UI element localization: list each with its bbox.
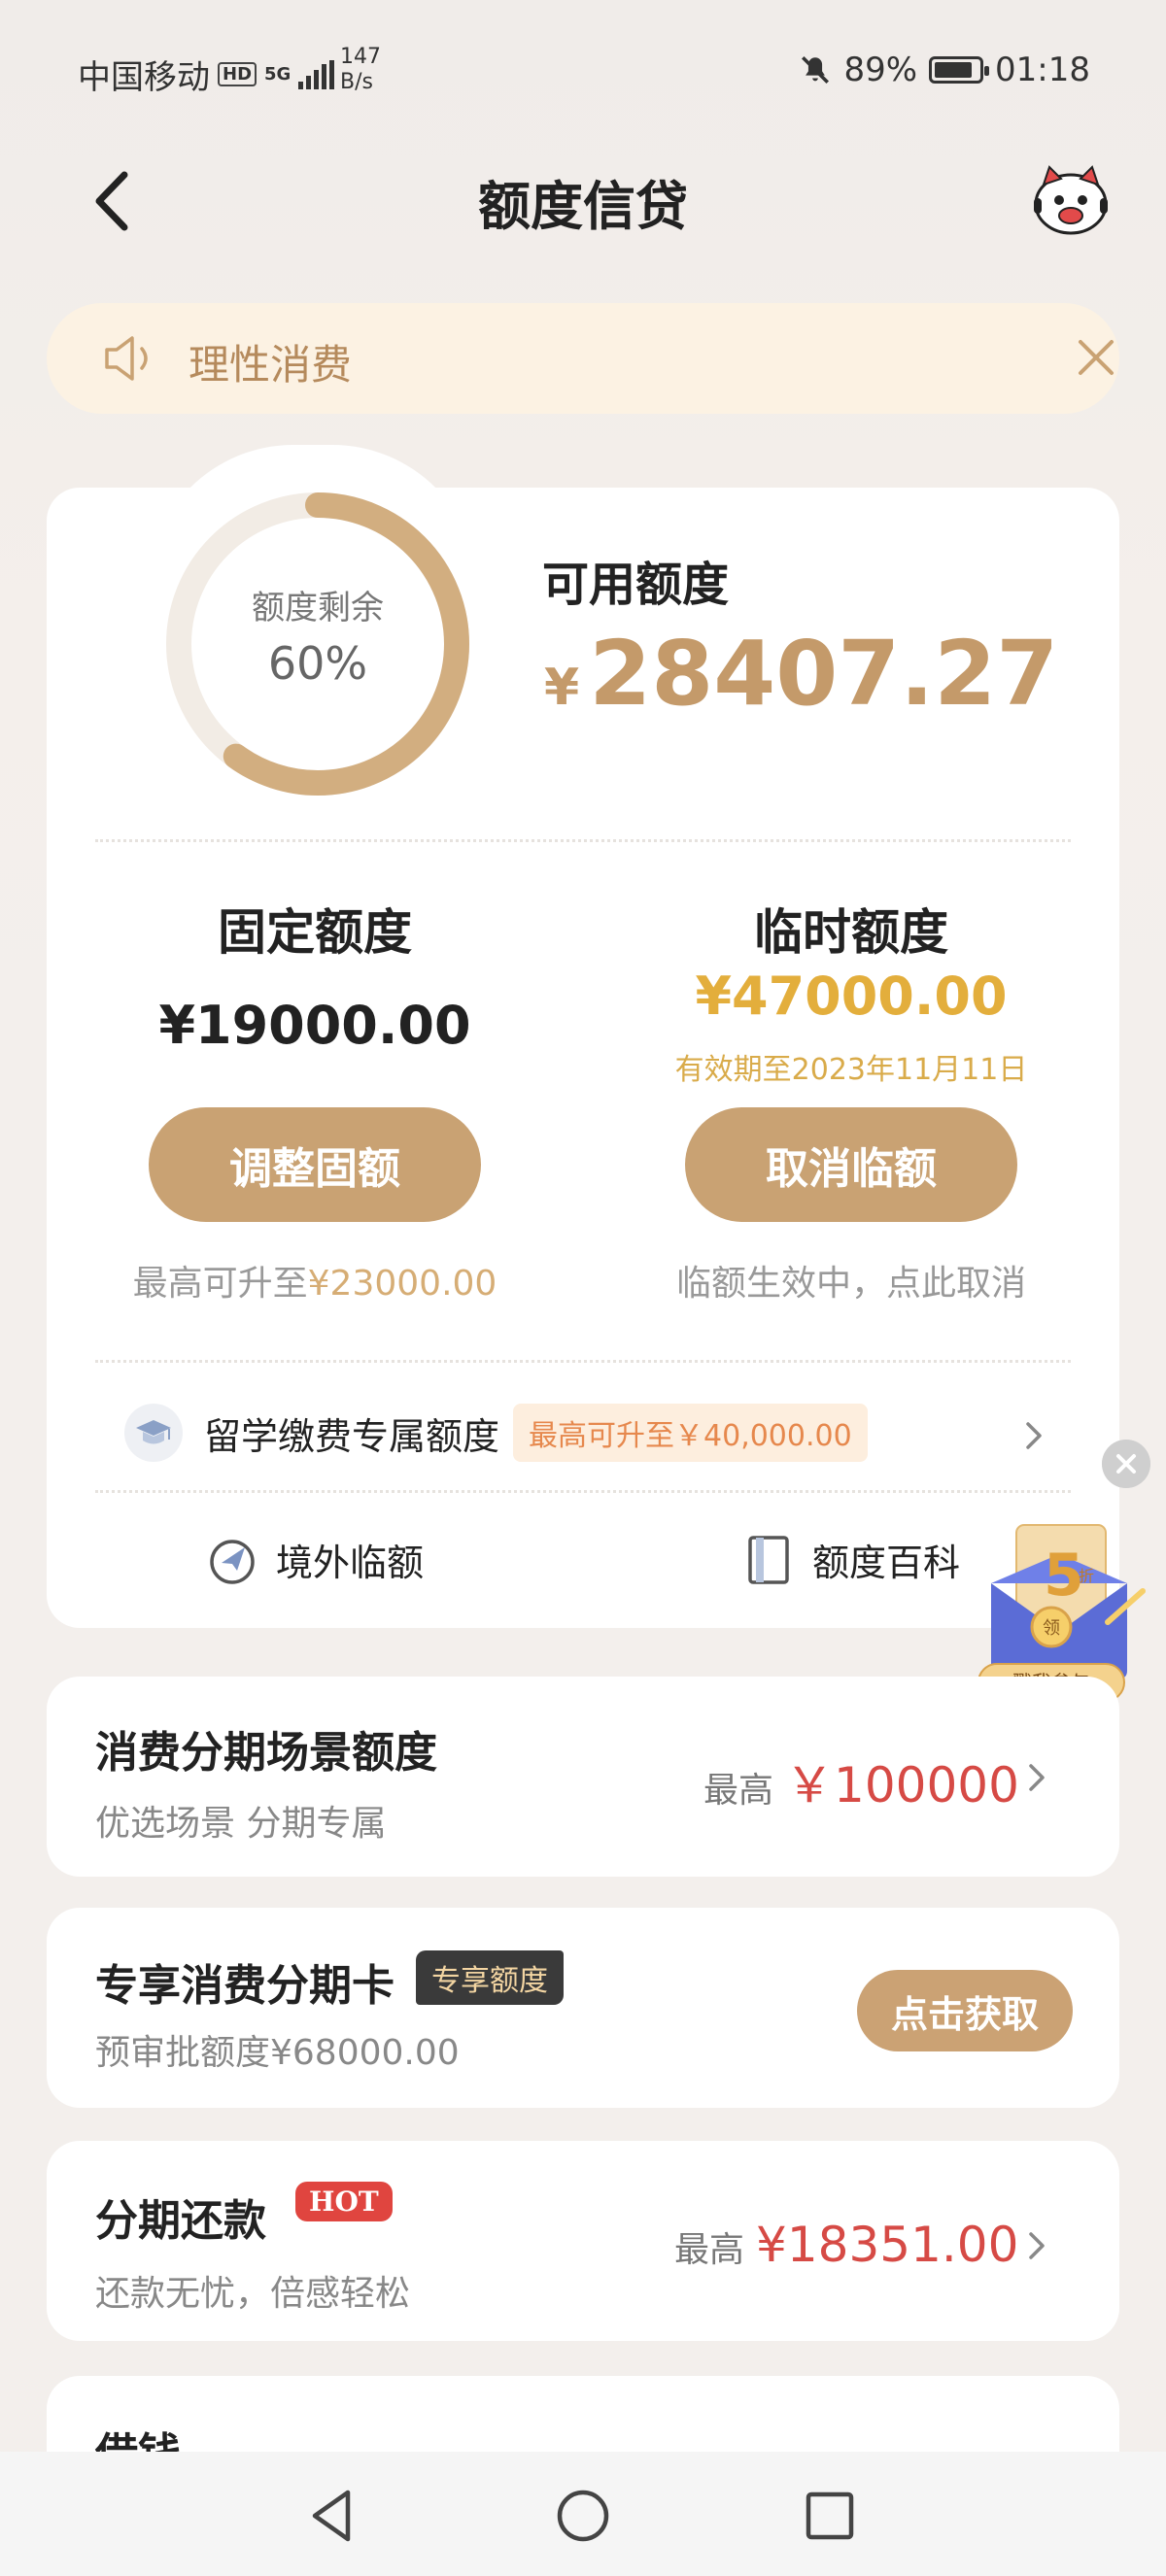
study-abroad-credit-row[interactable]: 留学缴费专属额度 最高可升至￥40,000.00 — [124, 1401, 1057, 1465]
divider — [95, 839, 1071, 842]
speed-value: 147 — [340, 45, 381, 69]
status-bar: 中国移动 HD 5G 147 B/s 89% 01:18 — [0, 0, 1166, 146]
installment-repay-title: 分期还款 — [95, 2196, 266, 2246]
exclusive-card-title: 专享消费分期卡 — [95, 1961, 394, 2011]
installment-scene-value: ￥100000 — [785, 1757, 1019, 1813]
max-prefix: 最高 — [674, 2230, 745, 2270]
promo-unit: 折 — [1079, 1567, 1094, 1585]
installment-repay-value: ¥18351.00 — [756, 2217, 1019, 2273]
divider — [95, 1360, 1071, 1363]
page-title: 额度信贷 — [478, 176, 688, 237]
status-right: 89% 01:18 — [799, 51, 1090, 89]
note-max-value: ¥23000.00 — [307, 1264, 497, 1304]
plane-circle-icon — [210, 1539, 255, 1584]
overseas-temp-credit-link[interactable]: 境外临额 — [206, 1533, 424, 1586]
fixed-credit-note: 最高可升至¥23000.00 — [72, 1255, 558, 1305]
cancel-temporary-credit-button[interactable]: 取消临额 — [685, 1107, 1017, 1222]
adjust-fixed-credit-button[interactable]: 调整固额 — [149, 1107, 481, 1222]
temporary-credit-amount: ¥47000.00 — [695, 966, 1008, 1027]
chevron-right-icon — [1026, 1422, 1042, 1449]
book-icon — [748, 1535, 789, 1584]
hd-badge: HD — [218, 62, 257, 86]
ring-value: 60% — [267, 637, 368, 690]
chevron-right-icon — [1029, 1764, 1045, 1791]
installment-scene-title: 消费分期场景额度 — [95, 1728, 437, 1778]
divider — [95, 1490, 1071, 1493]
temporary-credit-title: 临时额度 — [754, 904, 948, 961]
get-now-button[interactable]: 点击获取 — [857, 1970, 1073, 2051]
credit-wiki-link[interactable]: 额度百科 — [742, 1533, 960, 1586]
ring-label: 额度剩余 — [252, 589, 384, 627]
carrier-name: 中国移动 — [78, 58, 210, 97]
max-prefix: 最高 — [703, 1771, 774, 1811]
battery-percent: 89% — [843, 51, 918, 89]
close-icon[interactable] — [1075, 336, 1117, 379]
currency-symbol: ¥ — [544, 659, 580, 717]
home-circle-icon[interactable] — [552, 2485, 614, 2547]
fixed-credit-title: 固定额度 — [218, 904, 412, 961]
promo-coin-text: 领 — [1043, 1618, 1060, 1639]
note-prefix: 最高可升至 — [132, 1264, 308, 1304]
installment-scene-max: 最高 ￥100000 — [703, 1746, 1019, 1816]
battery-icon — [929, 56, 990, 84]
installment-repay-max: 最高 ¥18351.00 — [674, 2217, 1018, 2273]
fixed-credit-amount: ¥19000.00 — [158, 995, 471, 1056]
temporary-credit-validity: 有效期至2023年11月11日 — [674, 1053, 1028, 1087]
recents-square-icon[interactable] — [799, 2485, 861, 2547]
signal-icon — [298, 59, 335, 89]
hot-badge: HOT — [295, 2182, 393, 2221]
overseas-temp-credit-label: 境外临额 — [276, 1542, 425, 1584]
exclusive-card-subtitle: 预审批额度¥68000.00 — [95, 2033, 460, 2073]
promo-close-icon[interactable] — [1102, 1440, 1150, 1488]
notice-banner: 理性消费 — [47, 303, 1119, 414]
speed-unit: B/s — [340, 70, 373, 94]
clock: 01:18 — [995, 51, 1090, 89]
chevron-right-icon — [1029, 2232, 1045, 2259]
back-triangle-icon[interactable] — [303, 2485, 365, 2547]
installment-scene-subtitle: 优选场景 分期专属 — [95, 1804, 387, 1844]
system-navigation-bar — [0, 2452, 1166, 2576]
network-speed: 147 B/s — [340, 45, 381, 95]
available-amount-value: 28407.27 — [589, 622, 1059, 726]
mute-bell-icon — [802, 55, 830, 85]
study-abroad-label: 留学缴费专属额度 — [204, 1414, 500, 1458]
network-type: 5G — [264, 64, 292, 85]
available-credit-amount: ¥ 28407.27 — [544, 622, 1058, 726]
notice-text: 理性消费 — [189, 341, 353, 389]
status-left: 中国移动 HD 5G — [78, 51, 335, 98]
study-abroad-tag: 最高可升至￥40,000.00 — [513, 1404, 868, 1462]
exclusive-credit-tag: 专享额度 — [416, 1950, 564, 2005]
installment-repay-subtitle: 还款无忧，倍感轻松 — [95, 2274, 411, 2314]
credit-wiki-label: 额度百科 — [812, 1542, 961, 1584]
temporary-credit-note[interactable]: 临额生效中，点此取消 — [608, 1255, 1094, 1305]
speaker-icon — [105, 336, 148, 381]
graduation-cap-icon — [124, 1404, 183, 1462]
available-credit-label: 可用额度 — [542, 558, 730, 612]
mascot-avatar-icon[interactable] — [1030, 163, 1112, 237]
